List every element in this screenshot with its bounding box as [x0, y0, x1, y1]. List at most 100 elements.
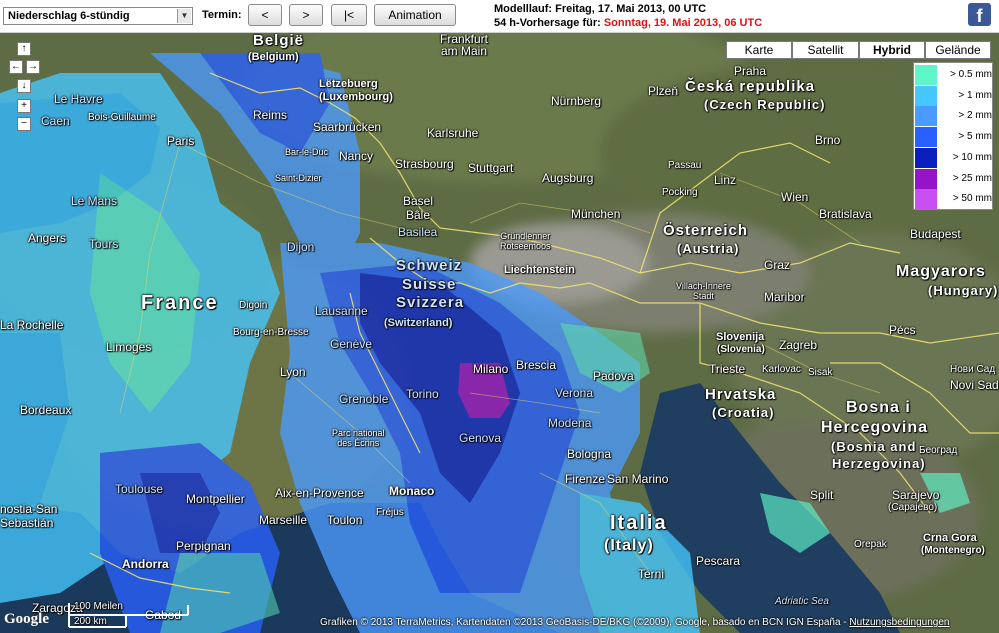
layer-select-value: Niederschlag 6-stündig [8, 10, 130, 22]
layer-select[interactable]: Niederschlag 6-stündig ▼ [3, 7, 193, 25]
label-verona: Verona [555, 386, 594, 400]
copyright: Grafiken © 2013 TerraMetrics, Kartendate… [320, 617, 950, 628]
label-schweiz: Schweiz [396, 257, 463, 274]
label-frankfurt: Frankfurt am Main [440, 33, 489, 58]
label-passau: Passau [668, 160, 702, 171]
pan-up-button[interactable]: ↑ [17, 42, 31, 56]
label-basel: Basel [403, 194, 434, 208]
map-type-gelande[interactable]: Gelände [925, 41, 991, 59]
label-perpignan: Perpignan [176, 539, 231, 553]
label-aix: Aix-en-Provence [275, 486, 364, 500]
label-herzegovina: Herzegovina) [832, 456, 926, 471]
label-saarbrucken: Saarbrücken [313, 120, 382, 134]
label-san-marino: San Marino [607, 472, 669, 486]
next-button[interactable]: > [289, 4, 323, 26]
label-sebastian: Sebastián [0, 516, 54, 530]
label-tours: Tours [89, 237, 119, 251]
label-toulon: Toulon [327, 513, 363, 527]
legend-label: > 0.5 mm [950, 69, 992, 80]
label-terni: Terni [638, 567, 665, 581]
label-maribor: Maribor [764, 290, 805, 304]
label-saint-dizier: Saint-Dizier [275, 173, 322, 183]
termin-label: Termin: [202, 9, 242, 21]
legend-label: > 50 mm [952, 193, 992, 205]
label-limoges: Limoges [106, 340, 152, 354]
scale-km: 200 km [74, 616, 107, 627]
label-luxembourg: (Luxembourg) [319, 91, 393, 103]
label-budapest: Budapest [910, 227, 961, 241]
legend-label: > 1 mm [958, 89, 992, 101]
label-switzerland: (Switzerland) [384, 317, 453, 329]
forecast-text: 54 h-Vorhersage für: Sonntag, 19. Mai 20… [494, 17, 762, 29]
legend-label: > 2 mm [958, 110, 992, 122]
zoom-out-button[interactable]: − [17, 117, 31, 131]
forecast-prefix: 54 h-Vorhersage für: [494, 17, 604, 29]
label-novi-sad: Novi Sad [950, 378, 999, 392]
label-liechtenstein: Liechtenstein [504, 264, 575, 276]
map-canvas[interactable]: ↑ ← → ↓ + − Karte Satellit Hybrid Geländ… [0, 33, 999, 633]
label-wien: Wien [781, 190, 809, 204]
label-frejus: Fréjus [376, 507, 404, 518]
label-bordeaux: Bordeaux [20, 403, 72, 417]
label-toulouse: Toulouse [115, 482, 164, 496]
label-villach: Villach-Innere Stadt [676, 281, 731, 301]
label-monaco: Monaco [389, 484, 435, 498]
label-geneve: Genève [330, 337, 373, 351]
label-novi-sad-cyr: Нови Сад [950, 364, 996, 375]
pan-down-button[interactable]: ↓ [17, 79, 31, 93]
label-svizzera: Svizzera [396, 294, 465, 311]
label-slovenija: Slovenija [716, 331, 765, 343]
forecast-date: Sonntag, 19. Mai 2013, 06 UTC [603, 17, 763, 29]
label-dijon: Dijon [287, 240, 315, 254]
label-strasbourg: Strasbourg [395, 157, 454, 171]
zoom-in-button[interactable]: + [17, 99, 31, 113]
label-le-mans: Le Mans [71, 194, 118, 208]
prev-button[interactable]: < [248, 4, 282, 26]
label-nancy: Nancy [339, 149, 374, 163]
label-ceska: Česká republika [685, 78, 816, 95]
label-bar-le-duc: Bar-le-Duc [285, 147, 329, 157]
label-graz: Graz [764, 258, 791, 272]
precipitation-legend: > 0.5 mm > 1 mm > 2 mm > 5 mm > 10 mm > 25 mm… [913, 62, 993, 210]
label-split: Split [810, 488, 834, 502]
label-le-havre: Le Havre [54, 92, 103, 106]
label-beograd: Београд [919, 445, 958, 456]
label-belgie: België [253, 33, 305, 49]
legend-swatch [915, 65, 937, 85]
scale-miles: 100 Meilen [74, 601, 123, 612]
label-basilea: Basilea [398, 225, 438, 239]
label-grundlenner: Gründlenner Rotseemoos [500, 231, 551, 251]
label-orepak: Orepak [854, 539, 887, 550]
label-italia: Italia [610, 512, 668, 534]
pan-left-button[interactable]: ← [9, 60, 23, 74]
label-hungary: (Hungary) [928, 283, 999, 298]
animation-button[interactable]: Animation [374, 4, 456, 26]
map-type-satellit[interactable]: Satellit [792, 41, 859, 59]
label-digoin: Digoin [239, 300, 268, 311]
label-pocking: Pocking [662, 187, 698, 198]
chevron-down-icon[interactable]: ▼ [177, 9, 191, 23]
map-type-hybrid[interactable]: Hybrid [859, 41, 925, 59]
label-brescia: Brescia [516, 358, 557, 372]
label-france: France [141, 292, 219, 314]
label-karlsruhe: Karlsruhe [427, 126, 479, 140]
legend-swatch [915, 168, 937, 189]
first-button[interactable]: |< [331, 4, 367, 26]
label-bosnia: (Bosnia and [831, 439, 917, 454]
label-bratislava: Bratislava [819, 207, 872, 221]
label-italy: (Italy) [604, 537, 654, 554]
label-zagreb: Zagreb [779, 338, 818, 352]
google-logo[interactable]: Google [4, 611, 49, 628]
facebook-icon[interactable]: f [968, 3, 991, 26]
label-belgium: (Belgium) [248, 51, 299, 63]
terms-link[interactable]: Nutzungsbedingungen [849, 617, 949, 628]
label-trieste: Trieste [709, 362, 746, 376]
label-reims: Reims [253, 108, 288, 122]
label-pecs: Pécs [889, 323, 916, 337]
map-type-karte[interactable]: Karte [726, 41, 792, 59]
pan-right-button[interactable]: → [26, 60, 40, 74]
legend-swatch [915, 106, 937, 127]
label-bois-guillaume: Bois-Guillaume [88, 112, 156, 123]
label-praha: Praha [734, 64, 767, 78]
label-lyon: Lyon [280, 365, 306, 379]
